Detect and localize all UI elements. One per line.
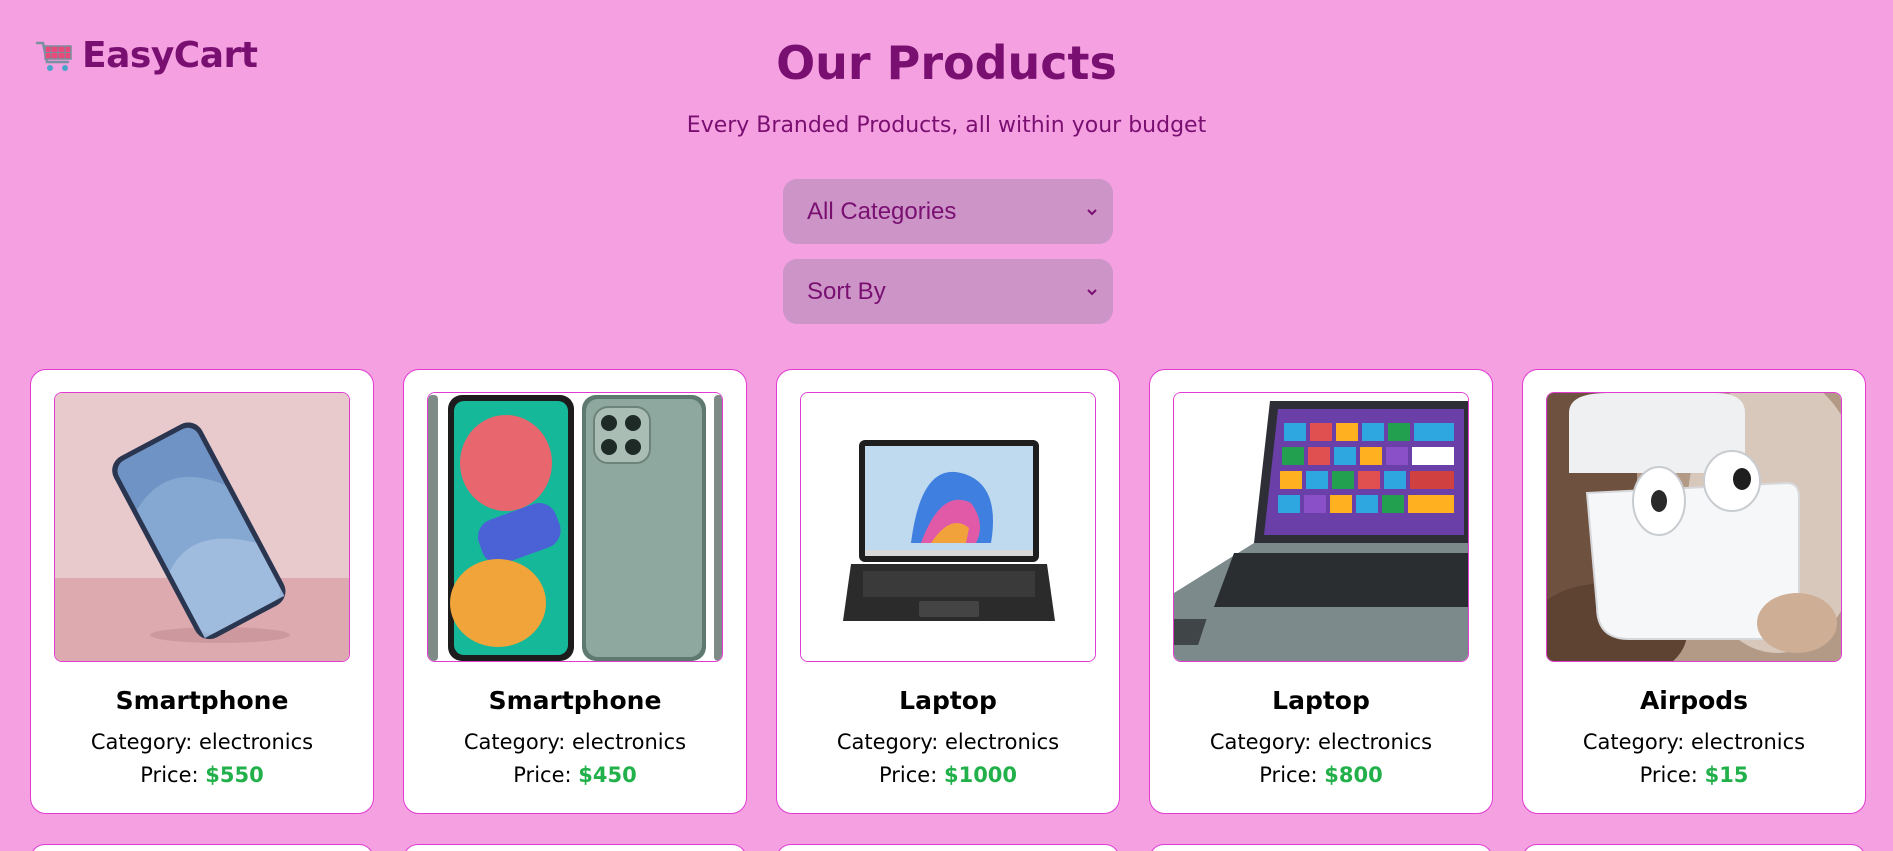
acer-laptop-image [1174, 393, 1468, 661]
price-label: Price: [513, 763, 572, 787]
laptop-image [801, 393, 1095, 661]
chevron-down-icon [1087, 288, 1097, 295]
product-price: Price: $15 [1523, 763, 1865, 787]
product-card[interactable]: Smartphone Category: electronics Price: … [403, 369, 747, 814]
product-name: Laptop [1272, 686, 1370, 715]
product-category: Category: electronics [836, 730, 1060, 754]
page-title: Our Products [776, 36, 1117, 90]
samsung-phone-image [428, 393, 722, 661]
product-name: Airpods [1639, 686, 1749, 715]
price-label: Price: [1259, 763, 1318, 787]
airpods-image [1547, 393, 1841, 661]
price-value: $450 [578, 763, 637, 787]
product-category: Category: electronics [463, 730, 687, 754]
product-card[interactable] [776, 844, 1120, 851]
sort-select-value: Sort By [807, 277, 886, 305]
product-card[interactable] [1522, 844, 1866, 851]
sort-select[interactable]: Sort By [783, 259, 1113, 324]
product-price: Price: $550 [31, 763, 373, 787]
smartphone-image [55, 393, 349, 661]
price-label: Price: [140, 763, 199, 787]
product-price: Price: $800 [1150, 763, 1492, 787]
product-name: Smartphone [488, 686, 662, 715]
price-value: $1000 [943, 763, 1018, 787]
product-name: Smartphone [115, 686, 289, 715]
price-value: $800 [1324, 763, 1383, 787]
page-subtitle: Every Branded Products, all within your … [686, 113, 1207, 138]
product-card[interactable]: Smartphone Category: electronics Price: … [30, 369, 374, 814]
product-image[interactable] [1173, 392, 1469, 662]
product-image[interactable] [1546, 392, 1842, 662]
product-card[interactable] [30, 844, 374, 851]
product-category: Category: electronics [1582, 730, 1806, 754]
product-name: Laptop [899, 686, 997, 715]
product-category: Category: electronics [90, 730, 314, 754]
product-image[interactable] [427, 392, 723, 662]
product-card[interactable] [1149, 844, 1493, 851]
price-value: $15 [1704, 763, 1749, 787]
price-label: Price: [1639, 763, 1698, 787]
price-value: $550 [205, 763, 264, 787]
product-price: Price: $1000 [777, 763, 1119, 787]
product-price: Price: $450 [404, 763, 746, 787]
price-label: Price: [878, 763, 938, 787]
product-category: Category: electronics [1209, 730, 1433, 754]
product-card[interactable]: Airpods Category: electronics Price: $15 [1522, 369, 1866, 814]
product-card[interactable]: Laptop Category: electronics Price: $100… [776, 369, 1120, 814]
product-card[interactable]: Laptop Category: electronics Price: $800 [1149, 369, 1493, 814]
product-image[interactable] [54, 392, 350, 662]
category-select[interactable]: All Categories [783, 179, 1113, 244]
product-card[interactable] [403, 844, 747, 851]
category-select-value: All Categories [807, 197, 957, 225]
product-image[interactable] [800, 392, 1096, 662]
chevron-down-icon [1087, 208, 1097, 215]
